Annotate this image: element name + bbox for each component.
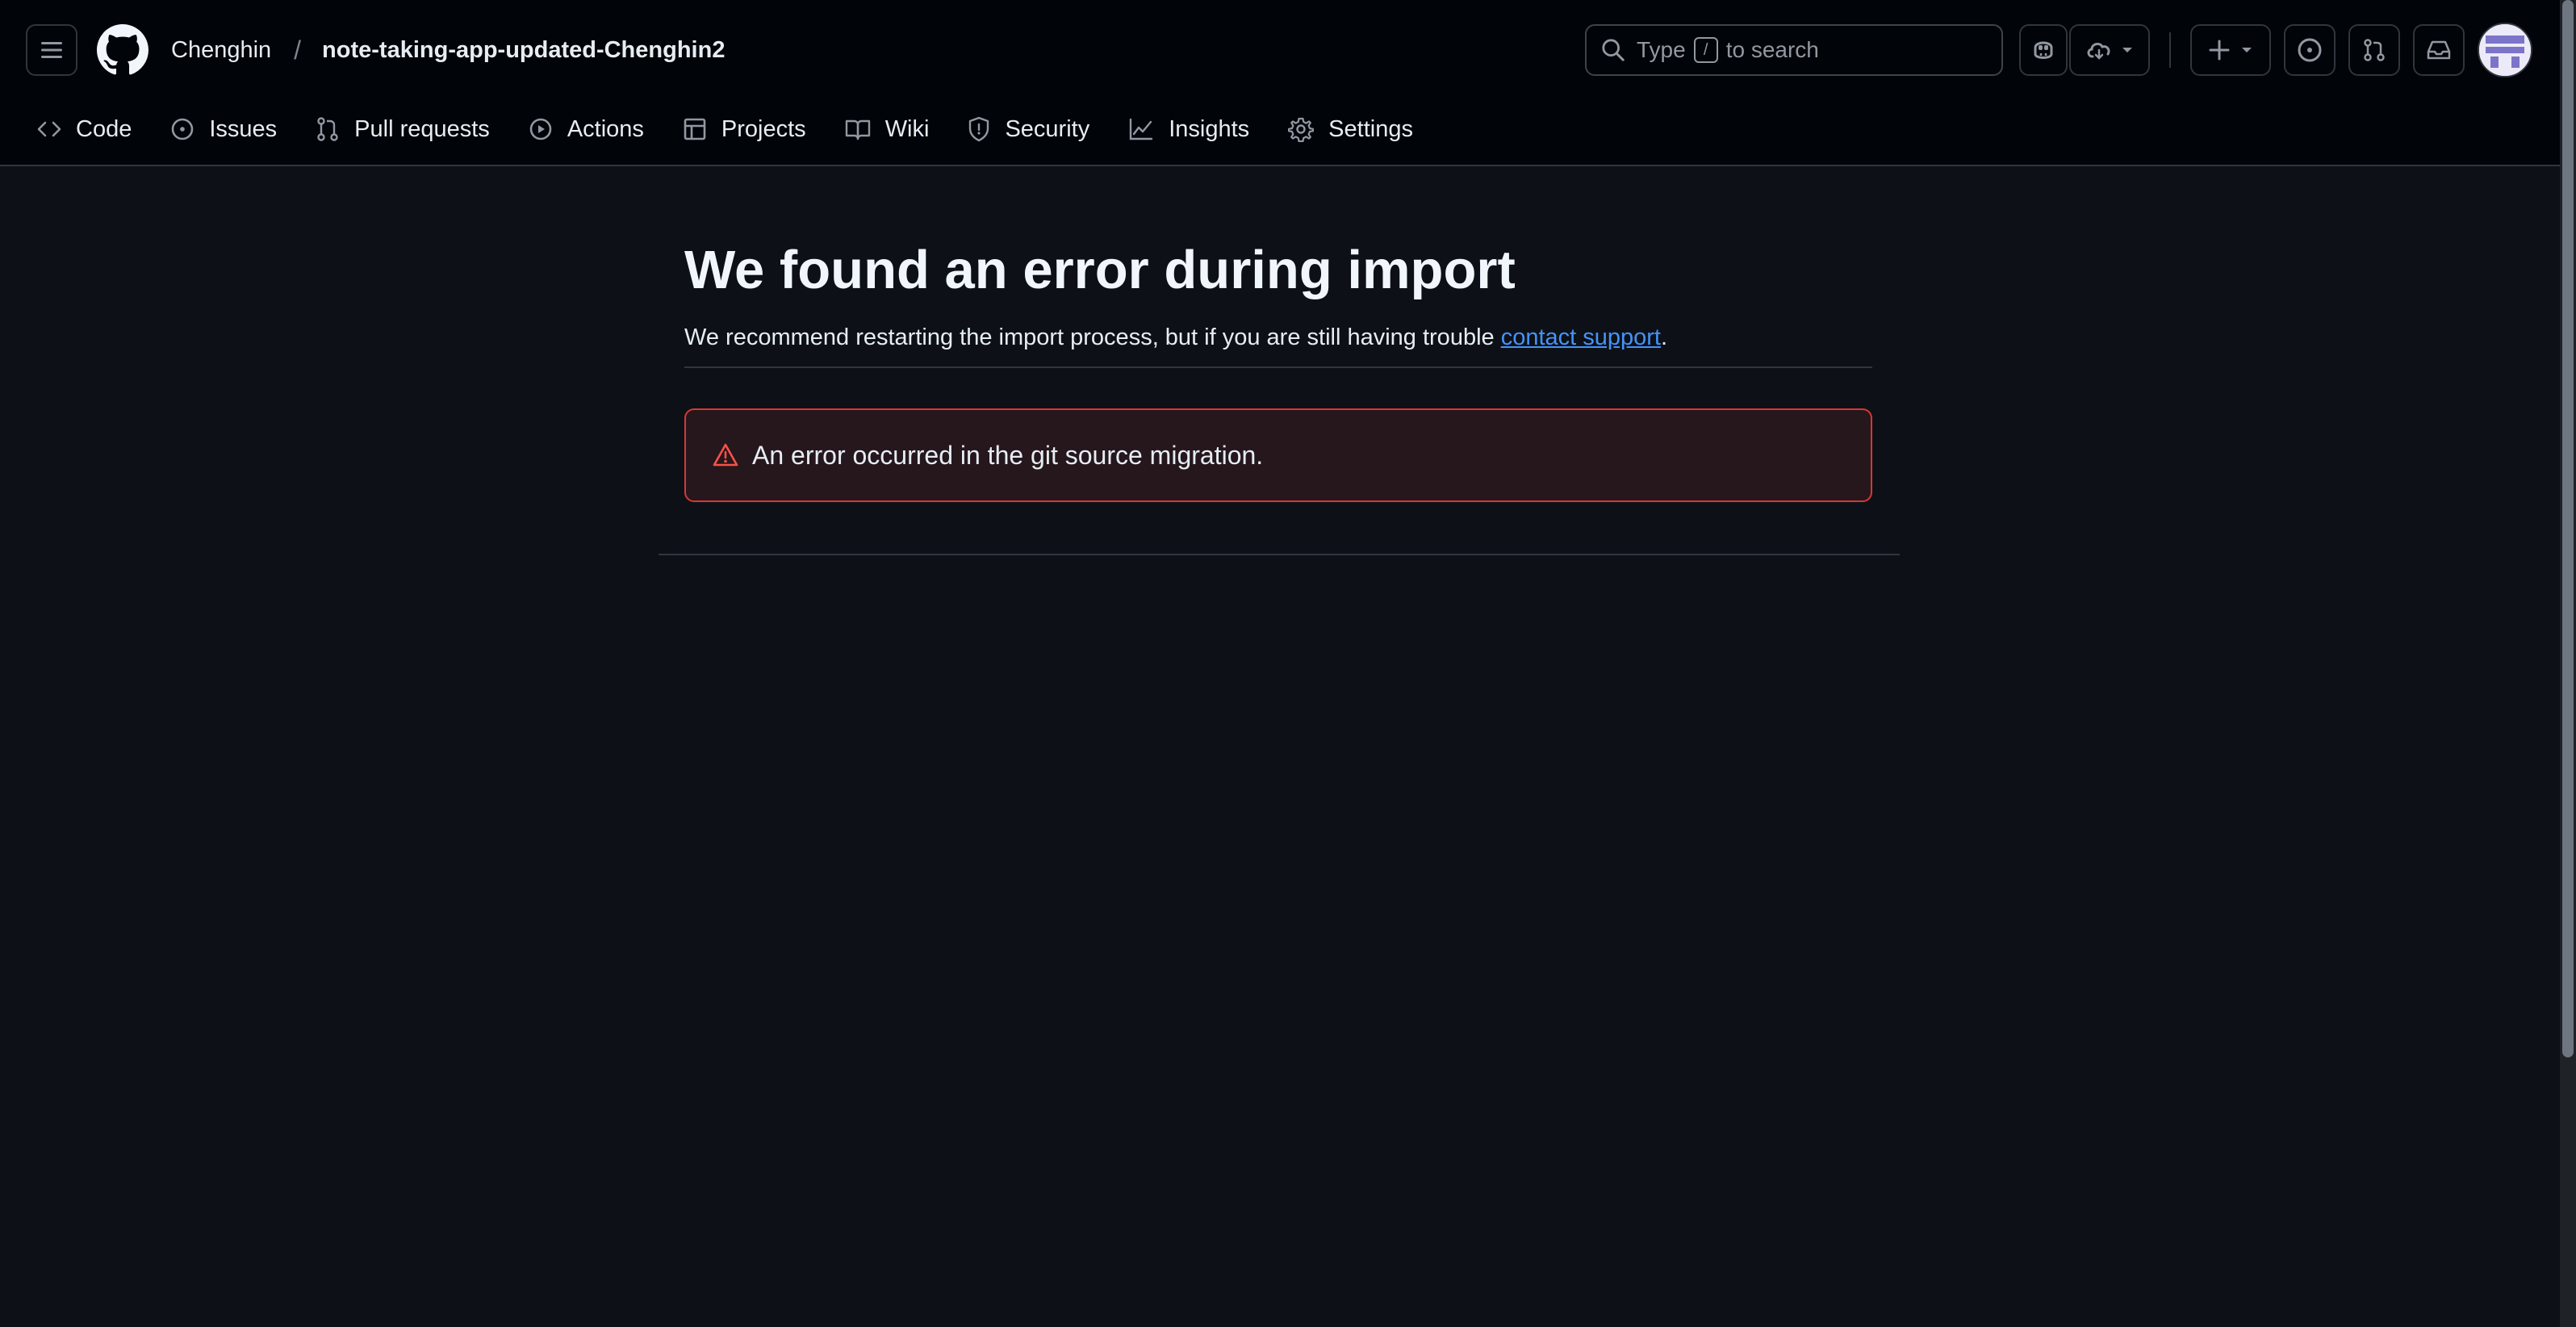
page-subtitle: We recommend restarting the import proce… <box>684 321 1872 354</box>
chevron-down-icon <box>2122 48 2132 52</box>
tab-label: Wiki <box>884 115 930 142</box>
shield-icon <box>969 116 989 142</box>
toolbar-divider <box>2169 32 2171 68</box>
pull-requests-button[interactable] <box>2348 24 2400 76</box>
tab-settings[interactable]: Settings <box>1275 103 1426 155</box>
search-placeholder-suffix: to search <box>1725 37 1819 62</box>
tab-label: Settings <box>1328 115 1413 142</box>
error-flash-message: An error occurred in the git source migr… <box>684 408 1872 502</box>
tab-code[interactable]: Code <box>24 103 144 155</box>
tab-security[interactable]: Security <box>955 103 1102 155</box>
tab-insights[interactable]: Insights <box>1115 103 1262 155</box>
alert-icon <box>713 443 738 467</box>
issues-button[interactable] <box>2284 24 2336 76</box>
hamburger-icon <box>41 42 62 58</box>
tab-wiki[interactable]: Wiki <box>832 103 943 155</box>
breadcrumb-repo-link[interactable]: note-taking-app-updated-Chenghin2 <box>322 37 725 64</box>
avatar-identicon-icon <box>2479 24 2531 76</box>
graph-icon <box>1130 118 1153 140</box>
breadcrumb-separator: / <box>294 35 302 65</box>
inbox-icon <box>2427 40 2451 60</box>
error-message: An error occurred in the git source migr… <box>752 440 1264 470</box>
tab-label: Code <box>76 115 132 142</box>
tab-label: Actions <box>567 115 644 142</box>
cloud-icon <box>2087 42 2110 60</box>
contact-support-link[interactable]: contact support <box>1501 324 1661 350</box>
inbox-button[interactable] <box>2413 24 2465 76</box>
content-bottom-divider <box>659 554 1900 555</box>
github-logo-icon[interactable] <box>97 24 148 76</box>
issue-icon <box>2298 38 2322 62</box>
avatar[interactable] <box>2478 23 2532 77</box>
top-bar: Chenghin / note-taking-app-updated-Cheng… <box>0 0 2560 100</box>
tab-actions[interactable]: Actions <box>516 103 657 155</box>
tab-label: Projects <box>721 115 806 142</box>
pull-request-icon <box>317 117 338 141</box>
table-icon <box>684 118 706 140</box>
tab-projects[interactable]: Projects <box>670 103 819 155</box>
search-icon <box>1602 39 1625 61</box>
code-icon <box>37 121 61 137</box>
tab-label: Security <box>1005 115 1090 142</box>
tab-issues[interactable]: Issues <box>157 103 290 155</box>
search-input[interactable]: Type / to search <box>1585 24 2003 76</box>
scrollbar-thumb[interactable] <box>2562 0 2574 1057</box>
title-divider <box>684 366 1872 368</box>
book-icon <box>845 119 870 140</box>
create-new-button[interactable] <box>2190 24 2271 76</box>
import-error-content: We found an error during import We recom… <box>684 234 1872 502</box>
issue-icon <box>172 118 194 140</box>
repo-nav-tabs: Code Issues Pull requests Actions Projec… <box>24 103 1439 155</box>
page-scrollbar[interactable] <box>2560 0 2576 1327</box>
tab-pull-requests[interactable]: Pull requests <box>303 103 503 155</box>
gear-icon <box>1288 117 1315 142</box>
subtitle-text: We recommend restarting the import proce… <box>684 324 1501 350</box>
plus-icon <box>2209 40 2230 61</box>
tab-label: Pull requests <box>354 115 490 142</box>
search-shortcut-key: / <box>1693 37 1718 63</box>
breadcrumb-owner-link[interactable]: Chenghin <box>169 37 273 64</box>
copilot-button[interactable] <box>2019 24 2068 76</box>
copilot-icon <box>2034 41 2053 59</box>
page-title: We found an error during import <box>684 240 1516 300</box>
tab-label: Issues <box>209 115 278 142</box>
tab-label: Insights <box>1169 115 1250 142</box>
app-header: Chenghin / note-taking-app-updated-Cheng… <box>0 0 2560 166</box>
pull-request-icon <box>2364 39 2385 61</box>
search-placeholder-prefix: Type <box>1637 37 1686 62</box>
play-icon <box>529 118 552 140</box>
breadcrumb: Chenghin / note-taking-app-updated-Cheng… <box>169 32 725 68</box>
codespaces-dropdown-button[interactable] <box>2069 24 2150 76</box>
subtitle-period: . <box>1661 324 1668 350</box>
menu-button[interactable] <box>26 24 77 76</box>
chevron-down-icon <box>2242 48 2252 52</box>
